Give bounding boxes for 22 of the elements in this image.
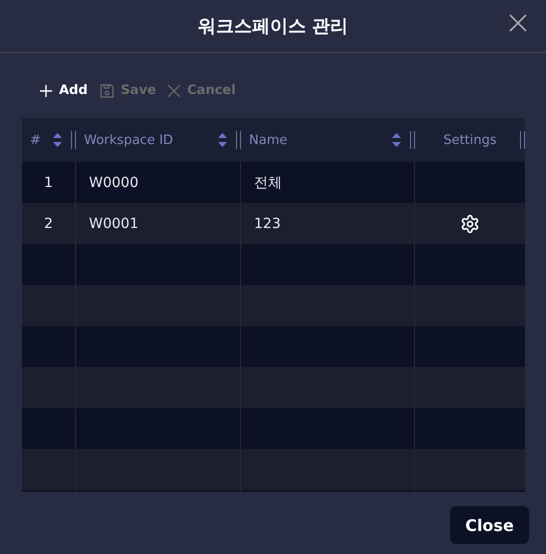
column-header[interactable]: Workspace ID	[84, 132, 174, 148]
settings-icon[interactable]	[460, 214, 480, 234]
table-cell: 123	[254, 216, 281, 232]
column-header[interactable]: Name	[249, 132, 288, 148]
table-cell: 2	[44, 216, 53, 232]
save-icon	[100, 84, 114, 98]
cancel-icon	[168, 84, 180, 96]
table-cell: W0001	[89, 216, 138, 232]
column-header[interactable]: Settings	[443, 132, 497, 148]
table-row[interactable]: 2 W0001 123	[22, 203, 525, 244]
column-header[interactable]: #	[30, 132, 41, 148]
sort-icon[interactable]	[218, 133, 227, 147]
table-cell: 1	[44, 174, 53, 190]
close-button[interactable]: Close	[450, 506, 529, 544]
sort-icon[interactable]	[392, 133, 401, 147]
table-cell: 전체	[254, 174, 282, 192]
sort-icon[interactable]	[53, 133, 62, 147]
dialog-title: 워크스페이스 관리	[198, 15, 348, 38]
add-button[interactable]: Add	[36, 79, 92, 102]
plus-icon	[40, 84, 52, 96]
close-icon[interactable]	[509, 14, 527, 32]
table-cell: W0000	[89, 174, 138, 190]
